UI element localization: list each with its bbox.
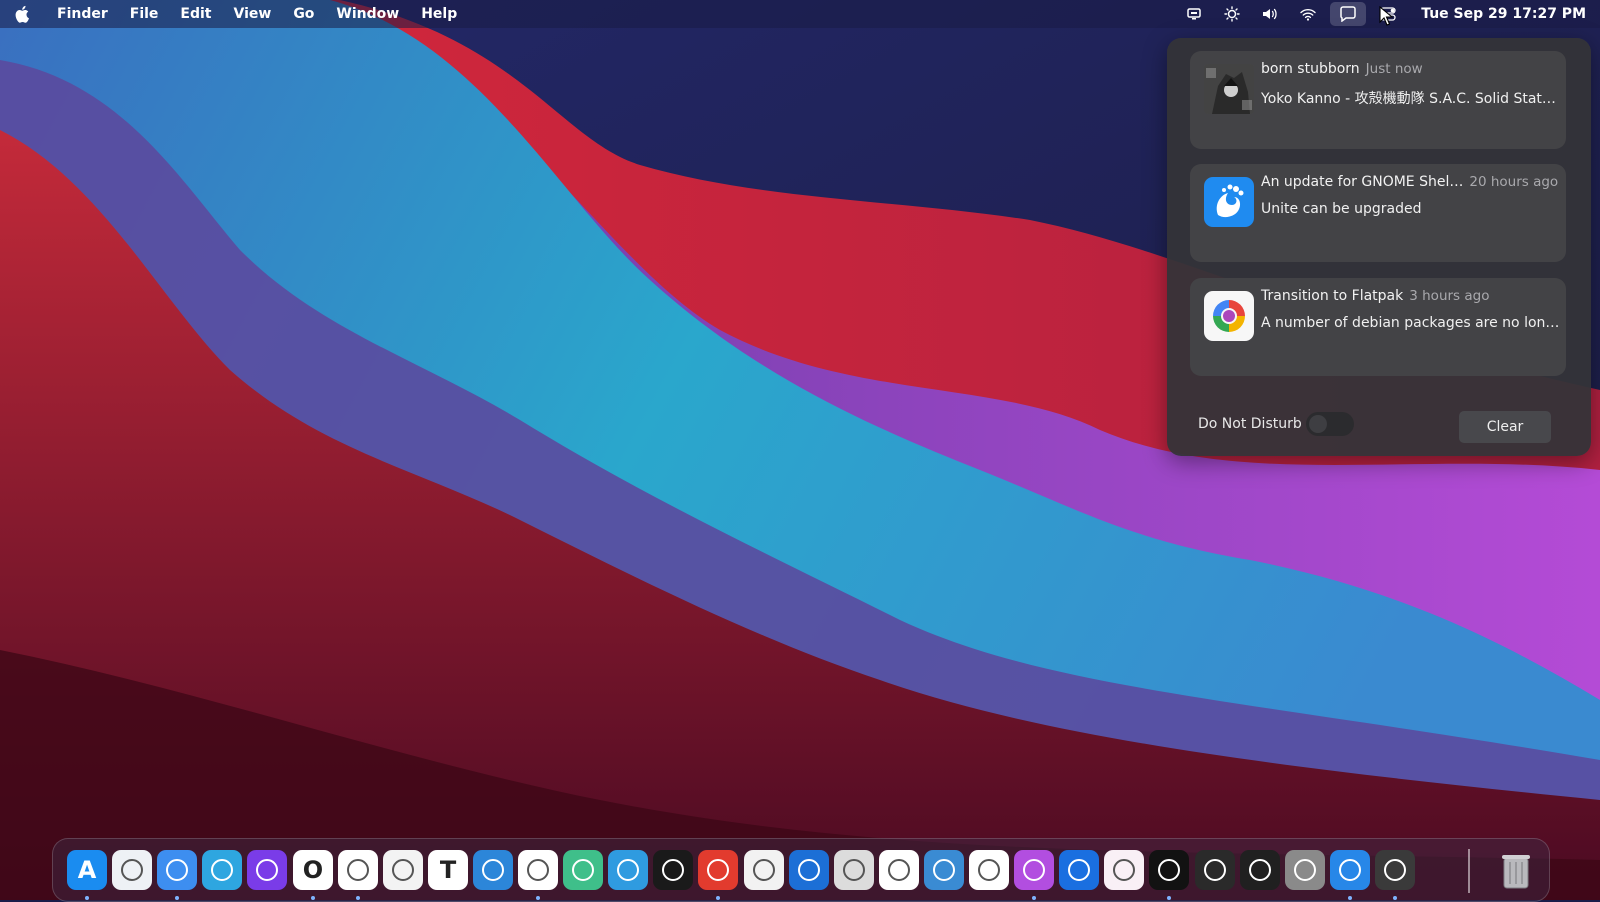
menu-help[interactable]: Help	[421, 6, 457, 22]
do-not-disturb-toggle[interactable]	[1306, 412, 1354, 436]
image-capture-icon[interactable]	[924, 850, 964, 890]
dashboard-icon[interactable]	[653, 850, 693, 890]
do-not-disturb-label: Do Not Disturb	[1198, 416, 1302, 432]
clear-button[interactable]: Clear	[1459, 411, 1551, 443]
app-store-icon[interactable]: A	[67, 850, 107, 890]
system-preferences-icon[interactable]	[1375, 850, 1415, 890]
notification-title: An update for GNOME Shel…	[1261, 174, 1464, 190]
notification-title: born stubborn	[1261, 61, 1360, 77]
safari-icon[interactable]	[698, 850, 738, 890]
screen-recorder-icon[interactable]	[1014, 850, 1054, 890]
text-editor-icon[interactable]	[383, 850, 423, 890]
firefox-icon[interactable]	[247, 850, 287, 890]
album-art-icon	[1204, 64, 1254, 114]
menu-edit[interactable]: Edit	[180, 6, 211, 22]
chrome-icon[interactable]	[744, 850, 784, 890]
menu-bar: Finder File Edit View Go Window Help Tue…	[0, 0, 1600, 28]
running-indicator	[1348, 896, 1352, 900]
brave-icon[interactable]	[338, 850, 378, 890]
dock-separator	[1468, 849, 1470, 893]
atom-icon[interactable]	[563, 850, 603, 890]
running-indicator	[716, 896, 720, 900]
menu-view[interactable]: View	[233, 6, 271, 22]
launchpad-icon[interactable]	[112, 850, 152, 890]
wifi-icon[interactable]	[1296, 2, 1320, 26]
preview-icon[interactable]	[834, 850, 874, 890]
dock: AOT	[52, 838, 1550, 902]
running-indicator	[536, 896, 540, 900]
toggle-knob	[1309, 415, 1327, 433]
terminal-icon[interactable]	[1240, 850, 1280, 890]
gnome-tweaks-icon[interactable]	[608, 850, 648, 890]
clock[interactable]: Tue Sep 29 17:27 PM	[1421, 6, 1586, 22]
running-indicator	[1167, 896, 1171, 900]
music-player-icon[interactable]	[1104, 850, 1144, 890]
xcode-icon[interactable]	[473, 850, 513, 890]
notification-center-panel: born stubborn Just now Yoko Kanno - 攻殻機動隊…	[1167, 38, 1591, 456]
menu-file[interactable]: File	[130, 6, 159, 22]
notification-title: Transition to Flatpak	[1261, 288, 1404, 304]
notification-card[interactable]: Transition to Flatpak 3 hours ago A numbe…	[1190, 278, 1566, 376]
volume-icon[interactable]	[1258, 2, 1282, 26]
sketch-icon[interactable]	[879, 850, 919, 890]
notification-body: A number of debian packages are no longe…	[1261, 315, 1561, 331]
notification-card[interactable]: born stubborn Just now Yoko Kanno - 攻殻機動隊…	[1190, 51, 1566, 149]
extensions-icon[interactable]	[1285, 850, 1325, 890]
telegram-icon[interactable]	[202, 850, 242, 890]
running-indicator	[175, 896, 179, 900]
notification-time: 20 hours ago	[1469, 174, 1559, 190]
trash-icon[interactable]	[1496, 850, 1536, 890]
running-indicator	[1393, 896, 1397, 900]
screenshot-icon[interactable]	[969, 850, 1009, 890]
flatpak-transition-icon	[1204, 291, 1254, 341]
running-indicator	[356, 896, 360, 900]
mouse-cursor-icon	[1379, 5, 1394, 30]
quicktime-icon[interactable]	[1059, 850, 1099, 890]
menu-app-name[interactable]: Finder	[57, 6, 108, 22]
brightness-icon[interactable]	[1220, 2, 1244, 26]
apple-menu-icon[interactable]	[14, 5, 32, 23]
vscode-icon[interactable]	[518, 850, 558, 890]
menu-go[interactable]: Go	[293, 6, 314, 22]
typora-icon[interactable]: T	[428, 850, 468, 890]
notification-time: Just now	[1365, 61, 1423, 77]
activity-monitor-icon[interactable]	[1195, 850, 1235, 890]
running-indicator	[1032, 896, 1036, 900]
gnome-software-icon[interactable]	[1330, 850, 1370, 890]
running-indicator	[85, 896, 89, 900]
screen-icon[interactable]	[1182, 2, 1206, 26]
menu-window[interactable]: Window	[336, 6, 399, 22]
opera-icon[interactable]: O	[293, 850, 333, 890]
notification-card[interactable]: An update for GNOME Shel… 20 hours ago Un…	[1190, 164, 1566, 262]
finder-icon[interactable]	[157, 850, 197, 890]
notification-time: 3 hours ago	[1409, 288, 1490, 304]
notification-body: Unite can be upgraded	[1261, 201, 1422, 217]
notification-body: Yoko Kanno - 攻殻機動隊 S.A.C. Solid State So…	[1261, 91, 1561, 107]
running-indicator	[311, 896, 315, 900]
document-viewer-icon[interactable]	[789, 850, 829, 890]
spotify-icon[interactable]	[1149, 850, 1189, 890]
notifications-icon[interactable]	[1330, 2, 1367, 26]
gnome-software-icon	[1204, 177, 1254, 227]
